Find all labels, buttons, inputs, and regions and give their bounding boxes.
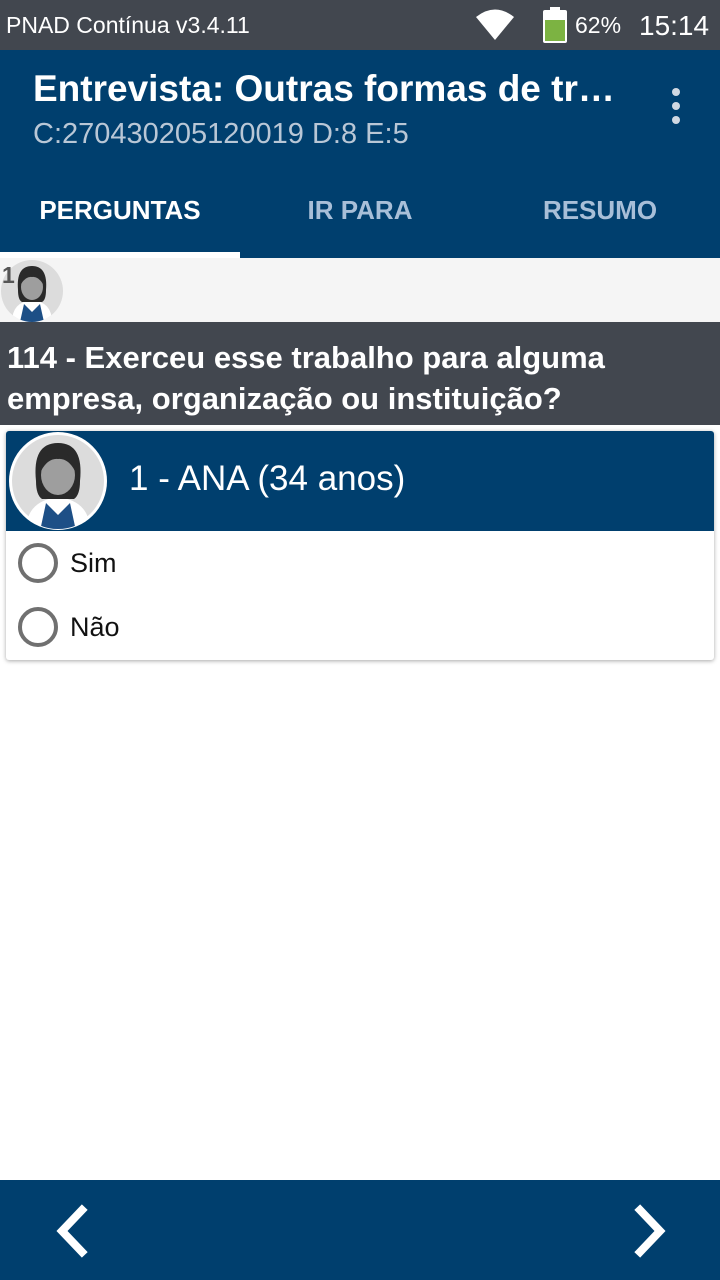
- tab-bar: PERGUNTAS IR PARA RESUMO: [0, 162, 720, 258]
- status-bar: PNAD Contínua v3.4.11 62% 15:14: [0, 0, 720, 50]
- person-name: 1 - ANA (34 anos): [129, 459, 406, 498]
- person-avatar-icon: [9, 432, 107, 530]
- status-app-label: PNAD Contínua v3.4.11: [6, 12, 250, 38]
- battery-icon: [543, 7, 567, 43]
- option-label: Sim: [70, 547, 117, 578]
- tab-ir-para[interactable]: IR PARA: [240, 162, 480, 258]
- respondent-strip: 1: [0, 258, 720, 322]
- bottom-nav: [0, 1180, 720, 1280]
- tab-perguntas[interactable]: PERGUNTAS: [0, 162, 240, 258]
- app-bar: Entrevista: Outras formas de trabalho C:…: [0, 50, 720, 162]
- chevron-left-icon[interactable]: [48, 1204, 98, 1258]
- page-subtitle: C:270430205120019 D:8 E:5: [33, 118, 409, 150]
- battery-percent: 62%: [575, 12, 622, 38]
- clock: 15:14: [639, 10, 710, 41]
- answer-card: 1 - ANA (34 anos) Sim Não: [6, 431, 714, 660]
- person-header: 1 - ANA (34 anos): [6, 431, 714, 531]
- wifi-icon: [476, 9, 514, 40]
- question-text: 114 - Exerceu esse trabalho para alguma …: [0, 322, 720, 425]
- radio-sim[interactable]: [18, 543, 58, 583]
- option-nao[interactable]: Não: [6, 595, 714, 659]
- overflow-menu-icon[interactable]: [656, 86, 696, 126]
- respondent-number: 1: [2, 262, 15, 288]
- radio-nao[interactable]: [18, 607, 58, 647]
- option-sim[interactable]: Sim: [6, 531, 714, 595]
- chevron-right-icon[interactable]: [624, 1204, 674, 1258]
- page-title: Entrevista: Outras formas de trabalho: [33, 68, 623, 109]
- tab-resumo[interactable]: RESUMO: [480, 162, 720, 258]
- option-label: Não: [70, 611, 120, 642]
